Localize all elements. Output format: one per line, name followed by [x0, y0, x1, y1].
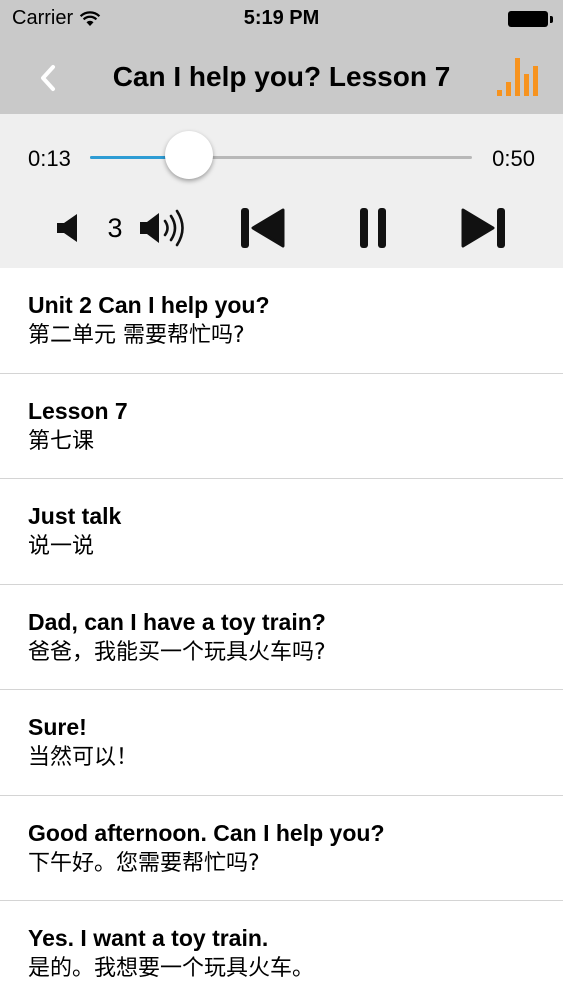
progress-track[interactable]	[90, 156, 472, 159]
back-button[interactable]	[28, 58, 68, 98]
chinese-text: 当然可以！	[28, 745, 139, 770]
stats-button[interactable]	[495, 54, 539, 100]
skip-next-icon	[461, 208, 505, 248]
english-text: Just talk	[28, 503, 122, 529]
chinese-text: 下午好。您需要帮忙吗?	[28, 850, 260, 876]
list-item[interactable]: Yes. I want a toy train. 是的。我想要一个玩具火车。	[0, 901, 563, 1000]
list-item-selected[interactable]: Dad, can I have a toy train? 爸爸，我能买一个玩具火…	[0, 585, 563, 690]
audio-player: 0:13 0:50 3	[0, 114, 563, 268]
list-item[interactable]: Sure! 当然可以！	[0, 690, 563, 796]
battery-icon	[508, 11, 553, 27]
english-text: Lesson 7	[28, 397, 128, 424]
chinese-text: 第二单元 需要帮忙吗?	[28, 323, 245, 348]
speaker-icon	[57, 214, 77, 242]
next-button[interactable]	[458, 200, 510, 256]
chinese-text: 说一说	[28, 534, 95, 559]
speaker-loud-icon	[140, 209, 184, 247]
pause-button[interactable]	[350, 200, 396, 256]
playback-controls: 3	[0, 200, 563, 256]
progress-slider-thumb[interactable]	[165, 131, 214, 179]
chevron-left-icon	[41, 65, 55, 91]
volume-level: 3	[107, 212, 123, 243]
english-text: Dad, can I have a toy train?	[28, 608, 326, 635]
volume-up-button[interactable]	[136, 200, 192, 256]
status-bar: Carrier 5:19 PM	[0, 0, 563, 40]
pause-icon	[360, 208, 386, 248]
status-time: 5:19 PM	[243, 7, 320, 29]
list-item[interactable]: Good afternoon. Can I help you? 下午好。您需要帮…	[0, 796, 563, 901]
navigation-bar: Can I help you? Lesson 7	[0, 40, 563, 114]
transcript-list: Unit 2 Can I help you? 第二单元 需要帮忙吗? Lesso…	[0, 268, 563, 1000]
volume-down-button[interactable]	[50, 200, 86, 256]
english-text: Yes. I want a toy train.	[28, 925, 269, 951]
duration-time: 0:50	[492, 146, 535, 171]
chinese-text: 爸爸，我能买一个玩具火车吗?	[28, 639, 326, 665]
page-title: Can I help you? Lesson 7	[112, 61, 451, 92]
english-text: Sure!	[28, 714, 87, 740]
current-time: 0:13	[28, 146, 71, 171]
bar-chart-icon	[497, 58, 538, 96]
english-text: Good afternoon. Can I help you?	[28, 819, 385, 846]
list-item[interactable]: Lesson 7 第七课	[0, 374, 563, 479]
chinese-text: 是的。我想要一个玩具火车。	[28, 956, 315, 981]
english-text: Unit 2 Can I help you?	[28, 292, 270, 318]
skip-previous-icon	[241, 208, 285, 248]
list-item[interactable]: Just talk 说一说	[0, 479, 563, 585]
previous-button[interactable]	[236, 200, 288, 256]
chinese-text: 第七课	[28, 428, 95, 454]
list-item[interactable]: Unit 2 Can I help you? 第二单元 需要帮忙吗?	[0, 268, 563, 374]
